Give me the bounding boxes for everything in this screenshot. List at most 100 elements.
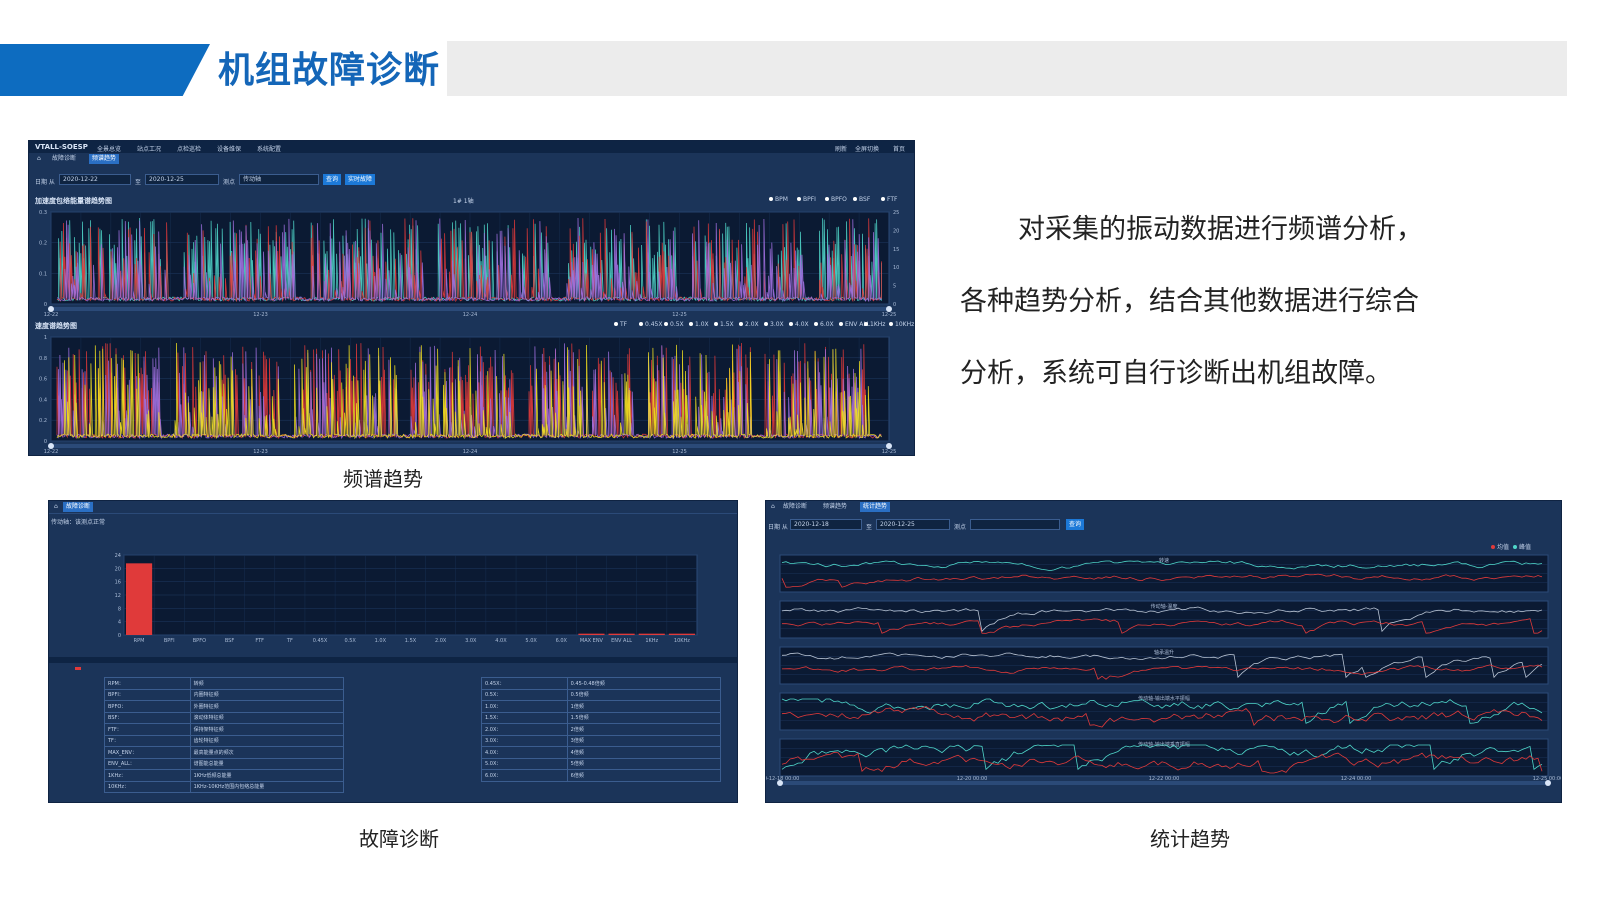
feature-key: 2.0X： — [481, 723, 568, 736]
realtime-fault-button[interactable]: 实时故障 — [345, 174, 375, 185]
table-row: 2.0X： 2倍频 — [481, 723, 722, 736]
x-tick-label: 20-12-18 00:00 — [766, 776, 799, 782]
home-icon[interactable]: ⌂ — [771, 503, 775, 510]
feature-table-right: 0.45X： 0.45-0.48倍频 0.5X： 0.5倍频 1.0X： 1倍频 1.5X：… — [481, 677, 722, 782]
legend-item[interactable]: BPM — [769, 196, 788, 203]
nav-item-config[interactable]: 系统配置 — [257, 144, 281, 153]
legend-item[interactable]: TF — [614, 321, 627, 328]
caption-spectrum: 频谱趋势 — [343, 467, 423, 491]
table-row: RPM： 转频 — [104, 677, 345, 690]
tab-spectrum-trend[interactable]: 频谱趋势 — [89, 154, 120, 164]
x-tick-label: 10KHz — [674, 638, 690, 644]
feature-key: BSF： — [104, 711, 191, 724]
bar — [578, 633, 605, 635]
date-to-label: 至 — [866, 524, 873, 531]
home-link[interactable]: 首页 — [893, 144, 905, 153]
query-button[interactable]: 查询 — [323, 174, 341, 185]
feature-key: 4.0X： — [481, 746, 568, 759]
feature-value: 最高能量点的频次 — [189, 746, 345, 759]
feature-key: 0.5X： — [481, 688, 568, 701]
legend-item[interactable]: 1.0X — [689, 321, 709, 328]
legend-item[interactable]: 1.5X — [714, 321, 734, 328]
legend-item[interactable]: 0.5X — [664, 321, 684, 328]
panel-label: 传动轴-温度 — [1151, 603, 1178, 610]
description-line-1: 对采集的振动数据进行频谱分析， — [1018, 214, 1423, 245]
chart1-title: 加速度包络能量谱趋势图 — [35, 197, 112, 205]
legend-item[interactable]: 2.0X — [739, 321, 759, 328]
home-icon[interactable]: ⌂ — [37, 155, 41, 162]
x-tick-label: 12-25 — [882, 312, 897, 318]
legend-item[interactable]: 4.0X — [789, 321, 809, 328]
legend-item[interactable]: BPFO — [825, 196, 847, 203]
alert-marker — [75, 667, 81, 670]
x-tick-label: 12-22 00:00 — [1149, 776, 1180, 782]
nav-item-maintenance[interactable]: 设备维保 — [217, 144, 241, 153]
fullscreen-button[interactable]: 全屏切换 — [855, 144, 879, 153]
feature-value: 齿轮特征频 — [189, 734, 345, 747]
feature-value: 滚动体特征频 — [189, 711, 345, 724]
tab-statistics-trend[interactable]: 统计趋势 — [860, 502, 891, 512]
point-select[interactable] — [970, 519, 1060, 530]
y-tick-label: 1 — [44, 335, 47, 341]
feature-value: 转频 — [189, 677, 345, 690]
brand-logo: VTALL-SOESP — [35, 143, 88, 151]
x-tick-label: RPM — [134, 638, 145, 644]
caption-stats: 统计趋势 — [1150, 827, 1230, 851]
table-row: 3.0X： 3倍频 — [481, 734, 722, 747]
date-from-input[interactable]: 2020-12-22 — [59, 174, 131, 185]
table-row: 1KHz： 1KHz低频总能量 — [104, 769, 345, 782]
table-row: BSF： 滚动体特征频 — [104, 711, 345, 724]
legend-item[interactable]: FTF — [881, 196, 897, 203]
nav-item-station[interactable]: 站点工况 — [137, 144, 161, 153]
refresh-button[interactable]: 刷新 — [835, 144, 847, 153]
legend-item[interactable]: BSF — [853, 196, 870, 203]
y-tick-label: 0 — [118, 633, 121, 639]
date-to-input[interactable]: 2020-12-25 — [145, 174, 219, 185]
query-button[interactable]: 查询 — [1066, 519, 1084, 530]
x-tick-label: 6.0X — [556, 638, 568, 644]
x-tick-label: 2.0X — [435, 638, 447, 644]
tab-spectrum-trend[interactable]: 频谱趋势 — [820, 502, 850, 512]
y2-tick-label: 25 — [893, 210, 899, 216]
y-tick-label: 0.8 — [39, 356, 47, 362]
legend-item[interactable]: BPFI — [797, 196, 816, 203]
nav-item-inspection[interactable]: 点检巡检 — [177, 144, 201, 153]
description-line-3: 分析，系统可自行诊断出机组故障。 — [960, 358, 1392, 389]
point-select[interactable]: 传动轴 — [239, 174, 319, 185]
date-from-input[interactable]: 2020-12-18 — [790, 519, 862, 530]
table-row: BPFO： 外圈特征频 — [104, 700, 345, 713]
tab-fault-diagnosis[interactable]: 故障诊断 — [63, 502, 94, 512]
legend-item[interactable]: 1KHz — [864, 321, 885, 328]
legend-item[interactable]: 6.0X — [814, 321, 834, 328]
date-to-input[interactable]: 2020-12-25 — [876, 519, 950, 530]
legend-item[interactable]: 3.0X — [764, 321, 784, 328]
x-tick-label: BPFO — [193, 638, 206, 644]
divider — [49, 513, 737, 514]
tab-fault-diagnosis[interactable]: 故障诊断 — [780, 502, 810, 512]
nav-item-overview[interactable]: 全景总览 — [97, 144, 121, 153]
tab-fault-diagnosis[interactable]: 故障诊断 — [49, 154, 79, 164]
legend-item[interactable]: 0.45X — [639, 321, 662, 328]
y-tick-label: 0.6 — [39, 377, 47, 383]
velocity-spectrum-chart: 1 0.8 0.6 0.4 0.2 0 12-22 12-23 12-24 12-25 12-25 — [39, 335, 896, 455]
chart2-title: 速度谱趋势图 — [35, 322, 77, 330]
legend-item[interactable]: 峰值 — [1513, 542, 1531, 551]
home-icon[interactable]: ⌂ — [54, 503, 58, 510]
table-row: TF： 齿轮特征频 — [104, 734, 345, 747]
spectrum-trend-screenshot: VTALL-SOESP 全景总览 站点工况 点检巡检 设备维保 系统配置 刷新 … — [28, 140, 915, 456]
legend-item[interactable]: 10KHz — [889, 321, 914, 328]
x-tick-label: 12-24 — [463, 449, 478, 455]
table-row: 6.0X： 6倍频 — [481, 769, 722, 782]
x-tick-label: 0.5X — [344, 638, 356, 644]
legend-item[interactable]: 均值 — [1491, 542, 1509, 551]
chart2-legend: TF 0.45X 0.5X 1.0X 1.5X 2.0X 3.0X 4.0X 6.0X ENV A… — [614, 321, 914, 329]
fault-bar-chart: 24 20 16 12 8 4 0 RPM BPFI BPFO BSF FTF TF 0.45X 0.5X 1… — [115, 553, 698, 644]
x-tick-label: 12-23 — [253, 449, 268, 455]
description-text: 对采集的振动数据进行频谱分析， 各种趋势分析，结合其他数据进行综合 分析，系统可… — [960, 205, 1480, 421]
table-row: FTF： 保持架特征频 — [104, 723, 345, 736]
bar — [638, 633, 665, 635]
date-to-label: 至 — [135, 179, 142, 186]
bar — [668, 633, 695, 635]
x-tick-label: 1.5X — [405, 638, 417, 644]
feature-value: 3倍频 — [566, 734, 722, 747]
